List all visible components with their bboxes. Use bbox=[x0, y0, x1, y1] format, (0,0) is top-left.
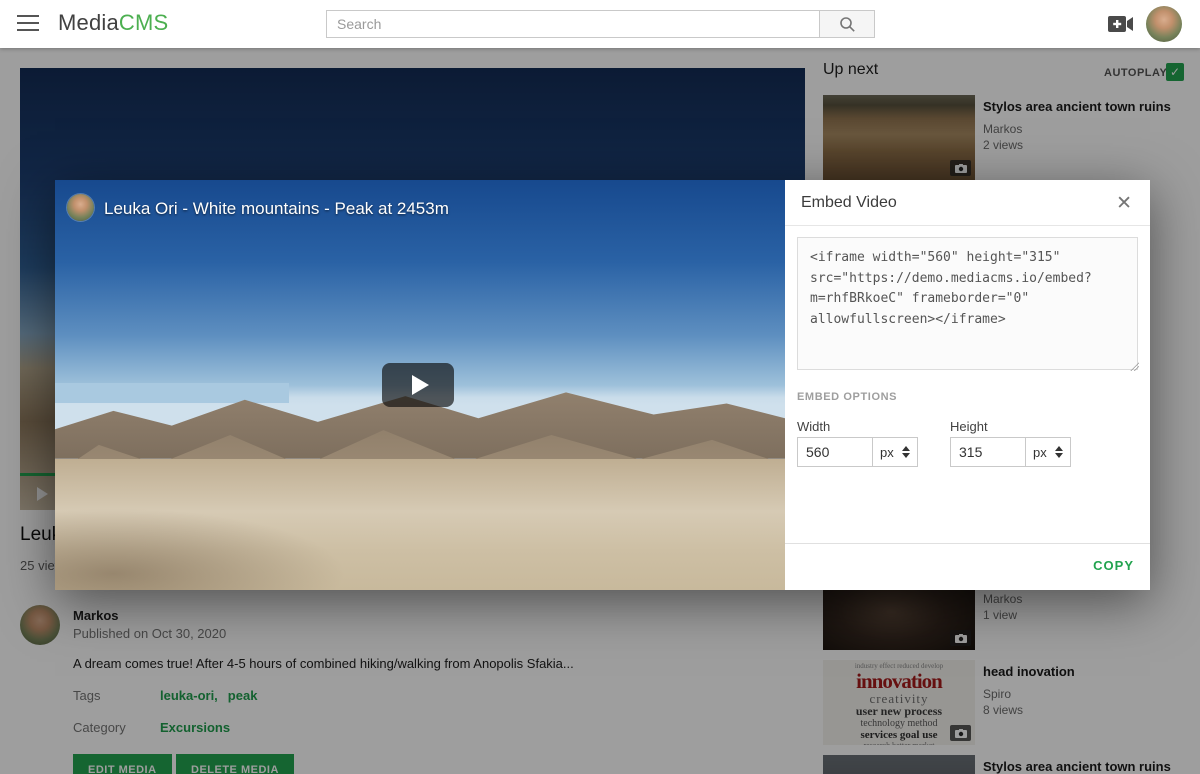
spinner-arrows-icon bbox=[1055, 446, 1063, 458]
embed-dialog: Embed Video ✕ <iframe width="560" height… bbox=[785, 180, 1150, 590]
embed-options-label: EMBED OPTIONS bbox=[797, 391, 897, 403]
search-button[interactable] bbox=[819, 10, 875, 38]
copy-button[interactable]: COPY bbox=[1093, 558, 1134, 573]
embed-video-preview[interactable]: Leuka Ori - White mountains - Peak at 24… bbox=[55, 180, 785, 590]
upload-video-icon[interactable] bbox=[1106, 12, 1136, 36]
app-window: Leuka Ori - White mountains - Peak at 24… bbox=[0, 0, 1200, 774]
width-unit-select[interactable]: px bbox=[872, 437, 918, 467]
embed-code-textarea[interactable]: <iframe width="560" height="315" src="ht… bbox=[797, 237, 1138, 370]
preview-play-button[interactable] bbox=[382, 363, 454, 407]
search-icon bbox=[839, 16, 856, 33]
resize-handle[interactable] bbox=[1130, 362, 1139, 371]
height-input[interactable] bbox=[950, 437, 1026, 467]
play-icon bbox=[412, 375, 429, 395]
height-label: Height bbox=[950, 419, 988, 434]
preview-video-title: Leuka Ori - White mountains - Peak at 24… bbox=[104, 199, 449, 219]
embed-modal: Leuka Ori - White mountains - Peak at 24… bbox=[55, 180, 1150, 590]
top-header: MediaCMS bbox=[0, 0, 1200, 48]
spinner-arrows-icon bbox=[902, 446, 910, 458]
logo-text-cms: CMS bbox=[119, 10, 169, 35]
dialog-footer: COPY bbox=[785, 543, 1150, 590]
preview-foreground-shadow bbox=[55, 508, 347, 590]
search-input[interactable] bbox=[326, 10, 819, 38]
width-label: Width bbox=[797, 419, 830, 434]
close-icon[interactable]: ✕ bbox=[1116, 192, 1132, 215]
preview-author-avatar[interactable] bbox=[67, 194, 94, 221]
height-unit-select[interactable]: px bbox=[1025, 437, 1071, 467]
dialog-title: Embed Video bbox=[801, 194, 897, 212]
width-unit-value: px bbox=[880, 445, 894, 460]
preview-sea bbox=[55, 383, 289, 404]
dialog-divider bbox=[785, 225, 1150, 226]
width-input[interactable] bbox=[797, 437, 873, 467]
user-avatar[interactable] bbox=[1146, 6, 1182, 42]
mediacms-logo[interactable]: MediaCMS bbox=[58, 10, 168, 36]
height-unit-value: px bbox=[1033, 445, 1047, 460]
menu-icon[interactable] bbox=[17, 15, 39, 31]
logo-text-media: Media bbox=[58, 10, 119, 35]
